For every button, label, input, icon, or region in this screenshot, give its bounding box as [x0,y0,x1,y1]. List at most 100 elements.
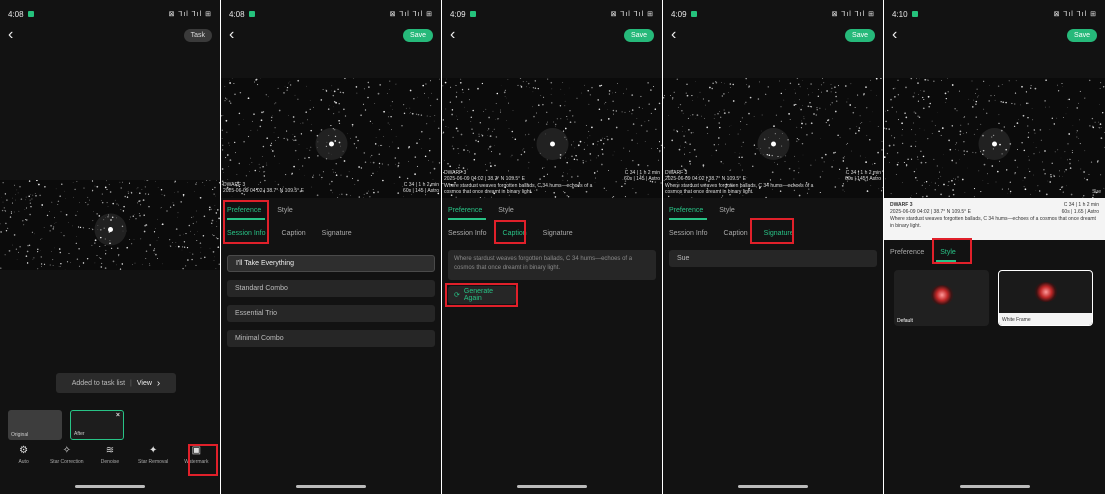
status-bar: 4:08 ⊠ ⅂ıl ⅂ıl ⊞ [229,8,433,20]
back-icon[interactable]: ‹ [450,27,464,43]
screen-1: 4:08 ⊠ ⅂ıl ⅂ıl ⊞ ‹ Task Added to task li… [0,0,221,494]
preset-item[interactable]: Essential Trio [227,305,435,322]
tab-session-info[interactable]: Session Info [669,230,708,237]
tab-underline [227,218,265,220]
tool-star-removal[interactable]: ✦ Star Removal [132,445,174,465]
back-icon[interactable]: ‹ [671,27,685,43]
tab-preference[interactable]: Preference [448,207,482,214]
style-white-frame[interactable]: White Frame [998,270,1093,326]
tool-star-correction[interactable]: ✧ Star Correction [46,445,88,465]
caption-field[interactable]: Where stardust weaves forgotten ballads,… [448,250,656,280]
sparkle-icon: ✧ [62,445,71,456]
photo-signature: Sue [1092,189,1101,195]
tab-signature[interactable]: Signature [543,230,573,237]
tab-underline [448,218,486,220]
wm-caption: Where stardust weaves forgotten ballads,… [890,216,1096,229]
tool-denoise[interactable]: ≋ Denoise [89,445,131,465]
thumb-after[interactable]: After × [70,410,124,440]
signal-icons: ⊠ ⅂ıl ⅂ıl ⊞ [1053,11,1097,18]
save-button[interactable]: Save [403,28,433,42]
tab-preference[interactable]: Preference [227,207,261,214]
signature-field[interactable]: Sue [669,250,877,267]
back-icon[interactable]: ‹ [229,27,243,43]
wm-exposure: C 34 | 1 h 2 min [1063,202,1099,208]
generate-label: Generate Again [463,288,494,302]
toast-view-link[interactable]: View [137,380,152,387]
tool-auto[interactable]: ⚙ Auto [3,445,45,465]
thumb-label: Original [11,432,29,438]
nebula-preview [1033,281,1058,302]
tool-label: Star Correction [49,459,84,465]
tab-preference[interactable]: Preference [669,207,703,214]
home-indicator [738,485,808,488]
clock: 4:08 [229,9,245,19]
tool-watermark[interactable]: ▣ Watermark [175,445,217,465]
tab-session-info[interactable]: Session Info [448,230,487,237]
tool-label: Watermark [184,459,209,465]
app-notification-icon [911,11,918,17]
tab-preference[interactable]: Preference [890,249,924,256]
watermark-overlay: DWARF 3 2025-06-09 04:02 | 38.7° N 109.5°… [665,170,881,195]
starfield [221,78,441,198]
close-icon[interactable]: × [116,412,120,419]
tab-style[interactable]: Style [940,249,956,256]
clock: 4:09 [450,9,466,19]
preview-photo: DWARF 3 2025-06-09 04:02 | 38.7° N 109.5°… [663,78,883,198]
app-notification-icon [469,11,476,17]
tab-session-info[interactable]: Session Info [227,230,266,237]
style-label: White Frame [1002,317,1031,323]
home-indicator [959,485,1030,488]
gear-icon: ⚙ [19,445,29,456]
preview-photo [0,180,220,270]
tab-caption[interactable]: Caption [724,230,748,237]
main-tabs: Preference Style [884,242,1105,262]
app-notification-icon [248,11,255,17]
tab-signature[interactable]: Signature [764,230,794,237]
clock: 4:10 [892,9,908,19]
chevron-right-icon: › [156,377,161,389]
white-frame-info: DWARF 3 C 34 | 1 h 2 min 2025-06-09 04:02… [884,198,1105,240]
app-notification-icon [27,11,34,17]
save-button[interactable]: Save [845,28,875,42]
screen-2: 4:08 ⊠ ⅂ıl ⅂ıl ⊞ ‹ Save DWARF 3 2025-06-0… [221,0,442,494]
tab-signature[interactable]: Signature [322,230,352,237]
sub-tabs: Session Info Caption Signature [442,223,662,243]
watermark-icon: ▣ [191,445,202,456]
save-button[interactable]: Save [1067,28,1097,42]
wm-details: 60s | 145 | Astro [624,176,660,183]
tab-caption[interactable]: Caption [282,230,306,237]
tab-style[interactable]: Style [719,207,735,214]
style-default[interactable]: Default [894,270,989,326]
generate-again-button[interactable]: ⟳ Generate Again [448,286,516,304]
signal-icons: ⊠ ⅂ıl ⅂ıl ⊞ [610,11,654,18]
save-button[interactable]: Save [624,28,654,42]
preview-photo: Sue [884,78,1105,198]
wm-details: 60s | 145 | Astro [845,176,881,183]
wm-name: DWARF 3 [890,202,913,208]
thumb-label: After [74,431,85,437]
tool-label: Star Removal [138,459,169,465]
status-bar: 4:08 ⊠ ⅂ıl ⅂ıl ⊞ [8,8,212,20]
home-indicator [75,485,145,488]
toast-text: Added to task list [71,379,126,387]
home-indicator [296,485,366,488]
tool-label: Auto [18,459,29,465]
tab-style[interactable]: Style [277,207,293,214]
tab-style[interactable]: Style [498,207,514,214]
preset-item[interactable]: Minimal Combo [227,330,435,347]
preset-item[interactable]: I'll Take Everything [227,255,435,272]
status-bar: 4:09 ⊠ ⅂ıl ⅂ıl ⊞ [671,8,875,20]
preset-item[interactable]: Standard Combo [227,280,435,297]
signal-icons: ⊠ ⅂ıl ⅂ıl ⊞ [389,11,433,18]
nebula-preview [929,285,954,306]
back-icon[interactable]: ‹ [8,27,22,43]
wm-caption: Where stardust weaves forgotten ballads,… [444,182,593,195]
wm-details: 60s | 145 | Astro [403,187,439,194]
screen-5: 4:10 ⊠ ⅂ıl ⅂ıl ⊞ ‹ Save Sue DWARF 3 C 34 … [884,0,1105,494]
signal-icons: ⊠ ⅂ıl ⅂ıl ⊞ [831,11,875,18]
tab-caption[interactable]: Caption [503,230,527,237]
back-icon[interactable]: ‹ [892,27,906,43]
tool-label: Denoise [100,459,120,465]
thumb-original[interactable]: Original [8,410,62,440]
task-button[interactable]: Task [183,28,212,42]
